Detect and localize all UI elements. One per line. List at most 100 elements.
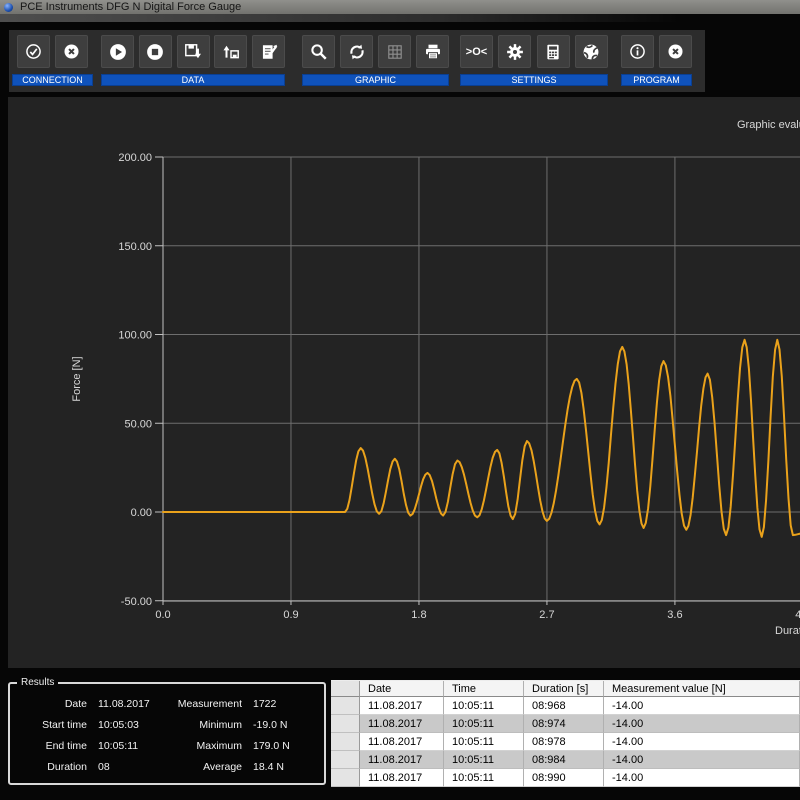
table-row[interactable]: 11.08.201710:05:1108:984-14.00 <box>331 751 800 769</box>
table-cell: 08:968 <box>524 697 604 715</box>
title-bar[interactable]: PCE Instruments DFG N Digital Force Gaug… <box>0 0 800 14</box>
result-label: Maximum <box>162 740 242 752</box>
language-button[interactable] <box>575 35 608 68</box>
connect-button[interactable] <box>17 35 50 68</box>
save-data-button[interactable] <box>177 35 210 68</box>
results-left-column: Date11.08.2017 Start time 10:05:03 End time… <box>14 697 150 781</box>
result-value: 08 <box>98 761 110 773</box>
row-header-cell[interactable] <box>331 697 360 715</box>
print-button[interactable] <box>416 35 449 68</box>
column-header[interactable]: Duration [s] <box>524 681 604 697</box>
result-label: Average <box>162 761 242 773</box>
grid-icon <box>386 43 404 61</box>
toolbar: CONNECTIONDATAGRAPHIC>O<SETTINGSPROGRAM <box>9 30 705 92</box>
table-row[interactable]: 11.08.201710:05:1108:968-14.00 <box>331 697 800 715</box>
menu-strip <box>0 14 800 22</box>
info-button[interactable] <box>621 35 654 68</box>
result-value: 1722 <box>253 698 276 710</box>
refresh-button[interactable] <box>340 35 373 68</box>
recycle-icon <box>348 43 366 61</box>
table-cell: -14.00 <box>604 733 800 751</box>
y-tick-label: 100.00 <box>118 330 152 342</box>
stop-circle-icon <box>146 43 164 61</box>
x-tick-label: 2.7 <box>539 609 554 621</box>
grid-toggle-button[interactable] <box>378 35 411 68</box>
x-tick-label: 4.5 <box>795 609 800 621</box>
table-cell: 11.08.2017 <box>360 697 444 715</box>
table-cell: 08:978 <box>524 733 604 751</box>
app-icon <box>4 3 13 12</box>
tare-button[interactable]: >O< <box>460 35 493 68</box>
x-axis-title: Duration [s] <box>775 625 800 637</box>
results-right-column: Measurement1722Minimum-19.0 NMaximum179.… <box>162 697 290 781</box>
calculator-icon <box>544 43 562 61</box>
table-cell: -14.00 <box>604 769 800 787</box>
disconnect-button[interactable] <box>55 35 88 68</box>
globe-icon <box>582 43 600 61</box>
edit-report-button[interactable] <box>252 35 285 68</box>
x-tick-label: 3.6 <box>667 609 682 621</box>
result-value: 10:05:03 <box>98 719 139 731</box>
calculator-button[interactable] <box>537 35 570 68</box>
table-cell: 11.08.2017 <box>360 751 444 769</box>
chart-title: Graphic evaluation <box>737 119 800 131</box>
row-header-cell[interactable] <box>331 715 360 733</box>
toolbar-group-graphic: GRAPHIC <box>302 35 449 86</box>
table-cell: 10:05:11 <box>444 751 524 769</box>
row-header-cell[interactable] <box>331 733 360 751</box>
result-value: 18.4 N <box>253 761 284 773</box>
load-data-button[interactable] <box>214 35 247 68</box>
edit-report-icon <box>260 43 278 61</box>
gear-icon <box>506 43 524 61</box>
window-title: PCE Instruments DFG N Digital Force Gaug… <box>20 0 241 14</box>
result-row: Measurement1722 <box>162 697 290 710</box>
column-header[interactable]: Date <box>360 681 444 697</box>
stop-measurement-button[interactable] <box>139 35 172 68</box>
result-row: End time10:05:11 <box>14 739 150 752</box>
result-row: Date11.08.2017 <box>14 697 150 710</box>
y-tick-label: -50.00 <box>121 596 152 608</box>
exit-button[interactable] <box>659 35 692 68</box>
toolbar-group-label: CONNECTION <box>12 74 93 86</box>
result-label: Start time <box>14 719 87 731</box>
force-curve <box>163 340 800 537</box>
result-row: Average 18.4 N <box>162 760 290 773</box>
column-header[interactable]: Measurement value [N] <box>604 681 800 697</box>
y-tick-label: 200.00 <box>118 152 152 164</box>
column-header[interactable]: Time <box>444 681 524 697</box>
table-cell: 10:05:11 <box>444 697 524 715</box>
zoom-button[interactable] <box>302 35 335 68</box>
table-cell: 08:974 <box>524 715 604 733</box>
results-legend: Results <box>17 677 58 689</box>
result-row: Start time 10:05:03 <box>14 718 150 731</box>
x-tick-label: 0.9 <box>283 609 298 621</box>
measurement-table: DateTimeDuration [s]Measurement value [N… <box>331 680 800 787</box>
y-tick-label: 0.00 <box>131 507 152 519</box>
magnifier-icon <box>310 43 328 61</box>
cancel-circle-icon <box>63 43 80 60</box>
start-measurement-button[interactable] <box>101 35 134 68</box>
toolbar-group-label: PROGRAM <box>621 74 692 86</box>
table-cell: 10:05:11 <box>444 733 524 751</box>
toolbar-group-connection: CONNECTION <box>12 35 93 86</box>
table-cell: 10:05:11 <box>444 769 524 787</box>
table-row[interactable]: 11.08.201710:05:1108:974-14.00 <box>331 715 800 733</box>
result-value: 10:05:11 <box>98 740 138 752</box>
load-import-icon <box>222 43 240 61</box>
info-circle-icon <box>629 43 646 60</box>
row-header-cell[interactable] <box>331 769 360 787</box>
results-groupbox: Results Date11.08.2017Start time10:05:03… <box>8 682 326 785</box>
table-cell: 10:05:11 <box>444 715 524 733</box>
device-settings-button[interactable] <box>498 35 531 68</box>
result-value: 179.0 N <box>253 740 290 752</box>
table-row[interactable]: 11.08.201710:05:1108:990-14.00 <box>331 769 800 787</box>
chart-panel[interactable]: 200.00150.00100.0050.000.00-50.000.00.91… <box>8 97 800 668</box>
play-circle-icon <box>109 43 127 61</box>
result-row: Maximum 179.0 N <box>162 739 290 752</box>
row-header-cell[interactable] <box>331 751 360 769</box>
y-tick-label: 150.00 <box>118 241 152 253</box>
table-corner-cell <box>331 681 360 697</box>
y-axis-title: Force [N] <box>71 356 83 401</box>
toolbar-group-program: PROGRAM <box>621 35 692 86</box>
table-row[interactable]: 11.08.201710:05:1108:978-14.00 <box>331 733 800 751</box>
